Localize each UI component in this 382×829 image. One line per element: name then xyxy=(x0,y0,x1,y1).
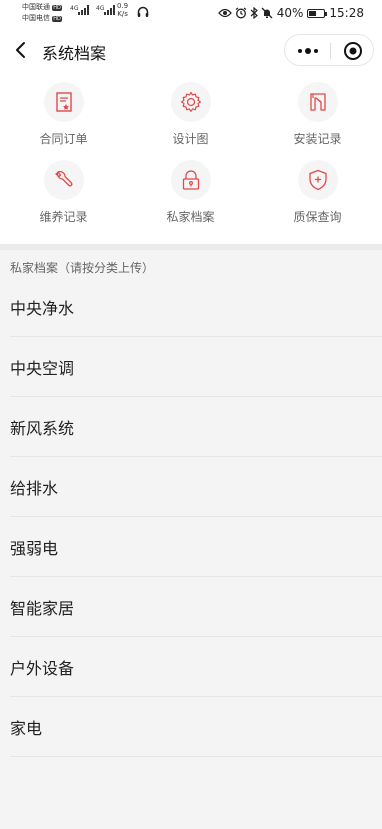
carrier-2: 中国电信 xyxy=(22,14,50,22)
list-item-outdoor[interactable]: 户外设备 xyxy=(0,637,382,697)
grid-item-private-archive[interactable]: 私家档案 xyxy=(127,150,254,228)
grid-item-maintenance-record[interactable]: 维养记录 xyxy=(0,150,127,228)
network-type-1: 4G xyxy=(70,5,79,12)
list-item-appliances[interactable]: 家电 xyxy=(0,697,382,757)
battery-percent: 40% xyxy=(276,6,304,20)
wrench-icon xyxy=(54,170,72,187)
battery-icon xyxy=(307,8,328,18)
status-right: 40% 15:28 xyxy=(217,6,364,20)
grid-item-install-record[interactable]: 安装记录 xyxy=(254,72,381,150)
net-speed-unit: K/s xyxy=(117,10,128,18)
back-arrow-icon[interactable] xyxy=(10,38,34,62)
list-item-label: 户外设备 xyxy=(10,659,75,678)
more-button[interactable] xyxy=(285,35,330,67)
section-title: 私家档案（请按分类上传） xyxy=(10,261,155,275)
grid-item-design-drawing[interactable]: 设计图 xyxy=(127,72,254,150)
list-item-plumbing[interactable]: 给排水 xyxy=(0,457,382,517)
more-dot xyxy=(304,48,311,54)
list-item-label: 新风系统 xyxy=(10,419,75,438)
carrier-info: 中国联通 HD 中国电信 HD xyxy=(22,2,62,24)
list-item-electrical[interactable]: 强弱电 xyxy=(0,517,382,577)
contract-icon xyxy=(55,92,72,112)
bluetooth-icon xyxy=(250,7,258,19)
signal-indicators: 4G 4G xyxy=(70,5,116,15)
hd-badge-2: HD xyxy=(52,16,62,22)
battery-level xyxy=(309,10,316,16)
mute-icon xyxy=(261,7,273,19)
icon-circle xyxy=(43,82,84,122)
list-item-label: 强弱电 xyxy=(10,539,59,558)
carrier-1: 中国联通 xyxy=(22,3,50,11)
list-item-label: 家电 xyxy=(10,719,43,738)
list-item-central-water[interactable]: 中央净水 xyxy=(0,277,382,337)
icon-circle xyxy=(170,160,211,200)
status-time: 15:28 xyxy=(329,6,364,20)
mini-program-capsule xyxy=(284,34,374,66)
icon-circle xyxy=(297,160,338,200)
list-item-label: 给排水 xyxy=(10,479,59,498)
list-item-label: 中央空调 xyxy=(10,359,75,378)
list-item-label: 智能家居 xyxy=(10,599,75,618)
network-type-2: 4G xyxy=(96,5,105,12)
page-title: 系统档案 xyxy=(42,44,107,63)
net-speed: 0.9 K/s xyxy=(117,2,128,18)
function-grid: 合同订单 设计图 安装记录 维养记录 私家档案 质保查询 xyxy=(0,72,382,244)
icon-circle xyxy=(170,82,211,122)
status-bar: 中国联通 HD 中国电信 HD 4G 4G 0.9 K/s 40% 15:28 xyxy=(0,0,382,30)
nav-bar: 系统档案 xyxy=(0,30,382,72)
section-separator xyxy=(0,244,382,250)
grid-item-label: 质保查询 xyxy=(293,210,342,224)
grid-item-label: 安装记录 xyxy=(293,132,342,146)
more-dot xyxy=(297,49,302,53)
gear-icon xyxy=(180,91,201,112)
target-close-icon xyxy=(343,42,362,60)
alarm-icon xyxy=(235,7,247,19)
grid-item-label: 维养记录 xyxy=(39,210,88,224)
grid-item-warranty-query[interactable]: 质保查询 xyxy=(254,150,381,228)
eye-icon xyxy=(217,8,232,18)
list-item-fresh-air[interactable]: 新风系统 xyxy=(0,397,382,457)
grid-item-label: 私家档案 xyxy=(166,210,215,224)
close-button[interactable] xyxy=(330,35,375,67)
grid-item-label: 设计图 xyxy=(172,132,209,146)
more-dot xyxy=(313,49,318,53)
net-speed-value: 0.9 xyxy=(117,2,129,10)
shield-icon xyxy=(308,169,327,191)
hd-badge-1: HD xyxy=(52,5,62,11)
install-icon xyxy=(309,93,326,111)
icon-circle xyxy=(297,82,338,122)
headphones-icon xyxy=(137,6,149,17)
lock-icon xyxy=(182,170,199,190)
signal-icon-2 xyxy=(104,5,116,15)
row-divider xyxy=(10,756,382,757)
signal-icon xyxy=(78,5,90,15)
grid-item-contract-order[interactable]: 合同订单 xyxy=(0,72,127,150)
list-item-label: 中央净水 xyxy=(10,299,75,318)
grid-item-label: 合同订单 xyxy=(39,132,88,146)
icon-circle xyxy=(43,160,84,200)
list-item-central-ac[interactable]: 中央空调 xyxy=(0,337,382,397)
list-item-smart-home[interactable]: 智能家居 xyxy=(0,577,382,637)
